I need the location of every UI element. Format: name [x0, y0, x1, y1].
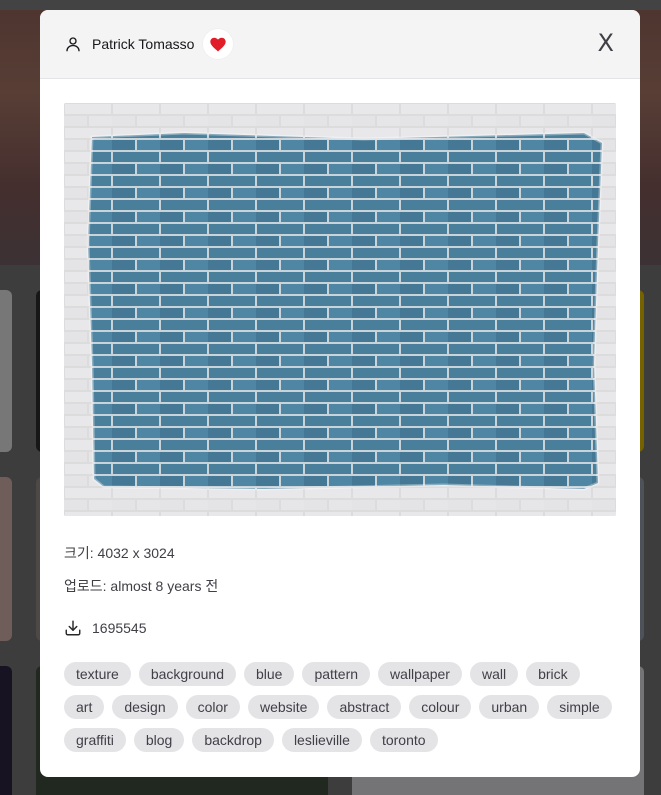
size-label: 크기: 4032 x 3024 [64, 545, 175, 561]
tag[interactable]: abstract [327, 695, 402, 719]
tag[interactable]: wallpaper [378, 662, 462, 686]
tag[interactable]: art [64, 695, 105, 719]
tag[interactable]: toronto [369, 728, 438, 752]
tag[interactable]: simple [547, 695, 612, 719]
tag[interactable]: wall [469, 662, 519, 686]
heart-icon [210, 37, 227, 51]
close-button[interactable]: X [598, 28, 614, 58]
like-button[interactable] [203, 29, 234, 59]
user-icon [66, 37, 80, 52]
modal-header: Patrick Tomasso X [40, 10, 640, 79]
tag[interactable]: color [185, 695, 240, 719]
tag[interactable]: urban [479, 695, 540, 719]
tag[interactable]: brick [526, 662, 580, 686]
brick-wall-image [64, 103, 616, 516]
tag[interactable]: background [138, 662, 236, 686]
tag[interactable]: backdrop [192, 728, 274, 752]
tag-list: texture background blue pattern wallpape… [64, 662, 616, 752]
upload-date-label: 업로드: almost 8 years 전 [64, 578, 219, 594]
photo-image [64, 103, 616, 516]
photo-details: 크기: 4032 x 3024 업로드: almost 8 years 전 16… [64, 545, 218, 644]
tag[interactable]: pattern [302, 662, 371, 686]
download-count: 1695545 [92, 619, 147, 636]
tag[interactable]: blue [243, 662, 295, 686]
tag[interactable]: leslieville [281, 728, 362, 752]
downloads-row: 1695545 [64, 611, 218, 644]
tag[interactable]: graffiti [64, 728, 126, 752]
tag[interactable]: design [112, 695, 178, 719]
tag[interactable]: colour [409, 695, 472, 719]
tag[interactable]: website [247, 695, 320, 719]
download-icon[interactable] [64, 619, 82, 637]
photographer-name[interactable]: Patrick Tomasso [92, 36, 194, 52]
photo-detail-modal: Patrick Tomasso X 크기: 4032 x 3024 업로드: a… [40, 10, 640, 777]
tag[interactable]: texture [64, 662, 131, 686]
tag[interactable]: blog [133, 728, 185, 752]
